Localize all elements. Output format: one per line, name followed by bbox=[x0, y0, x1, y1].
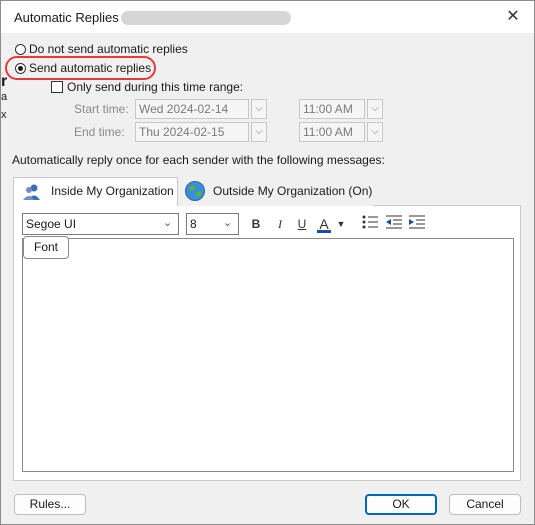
background-text-x: x bbox=[1, 109, 7, 121]
people-icon bbox=[22, 182, 42, 202]
bold-button[interactable]: B bbox=[246, 214, 266, 234]
start-time-value: 11:00 AM bbox=[303, 102, 353, 116]
start-date-field[interactable]: Wed 2024-02-14 bbox=[135, 99, 249, 119]
end-time-value: 11:00 AM bbox=[303, 125, 353, 139]
tab-inside-label: Inside My Organization bbox=[51, 184, 174, 198]
italic-button[interactable]: I bbox=[270, 214, 290, 234]
window-title: Automatic Replies - bbox=[14, 10, 127, 25]
bullets-button[interactable] bbox=[360, 214, 380, 234]
font-color-bar bbox=[317, 230, 331, 233]
increase-indent-button[interactable] bbox=[407, 214, 427, 234]
start-date-dropdown[interactable]: ⌵ bbox=[251, 99, 267, 119]
font-tooltip: Font bbox=[23, 236, 69, 259]
bullet-list-icon bbox=[362, 215, 378, 229]
increase-indent-icon bbox=[409, 215, 425, 229]
end-time-dropdown[interactable]: ⌵ bbox=[367, 122, 383, 142]
font-size-combo[interactable]: 8 ⌄ bbox=[186, 213, 239, 235]
tab-outside-organization[interactable]: Outside My Organization (On) bbox=[178, 177, 373, 206]
only-send-time-range-label[interactable]: Only send during this time range: bbox=[67, 80, 243, 94]
start-time-label: Start time: bbox=[74, 102, 129, 116]
start-date-value: Wed 2024-02-14 bbox=[139, 102, 229, 116]
rules-button[interactable]: Rules... bbox=[14, 494, 86, 515]
globe-icon bbox=[184, 180, 206, 202]
background-text-a: a bbox=[1, 91, 8, 103]
decrease-indent-icon bbox=[386, 215, 402, 229]
ok-button[interactable]: OK bbox=[365, 494, 437, 515]
font-name-value: Segoe UI bbox=[26, 217, 77, 231]
decrease-indent-button[interactable] bbox=[384, 214, 404, 234]
only-send-time-range-checkbox[interactable] bbox=[51, 81, 63, 93]
chevron-down-icon: ⌄ bbox=[223, 217, 233, 229]
end-time-field[interactable]: 11:00 AM bbox=[299, 122, 365, 142]
cancel-button[interactable]: Cancel bbox=[449, 494, 521, 515]
reply-message-editor[interactable] bbox=[22, 238, 514, 472]
do-not-send-radio[interactable] bbox=[15, 44, 26, 55]
end-time-label: End time: bbox=[74, 125, 125, 139]
end-date-field[interactable]: Thu 2024-02-15 bbox=[135, 122, 249, 142]
auto-reply-instructions: Automatically reply once for each sender… bbox=[12, 153, 385, 167]
end-date-value: Thu 2024-02-15 bbox=[139, 125, 225, 139]
font-color-button[interactable]: A bbox=[314, 214, 334, 234]
start-time-dropdown[interactable]: ⌵ bbox=[367, 99, 383, 119]
background-text-r: r bbox=[1, 73, 8, 90]
tab-inside-organization[interactable]: Inside My Organization bbox=[13, 177, 178, 206]
close-button[interactable]: ✕ bbox=[498, 4, 528, 30]
automatic-replies-dialog: Automatic Replies - ✕ r a x Do not send … bbox=[0, 0, 535, 525]
font-color-dropdown[interactable]: ▼ bbox=[334, 214, 348, 234]
end-date-dropdown[interactable]: ⌵ bbox=[251, 122, 267, 142]
start-time-field[interactable]: 11:00 AM bbox=[299, 99, 365, 119]
do-not-send-label[interactable]: Do not send automatic replies bbox=[29, 42, 188, 56]
chevron-down-icon: ⌄ bbox=[163, 217, 173, 229]
font-name-combo[interactable]: Segoe UI ⌄ bbox=[22, 213, 179, 235]
title-bar: Automatic Replies - ✕ bbox=[1, 1, 534, 33]
red-annotation-circle bbox=[5, 56, 156, 80]
redacted-account-name bbox=[121, 11, 291, 25]
underline-button[interactable]: U bbox=[292, 214, 312, 234]
font-size-value: 8 bbox=[190, 217, 197, 231]
tab-outside-label: Outside My Organization (On) bbox=[213, 184, 373, 198]
